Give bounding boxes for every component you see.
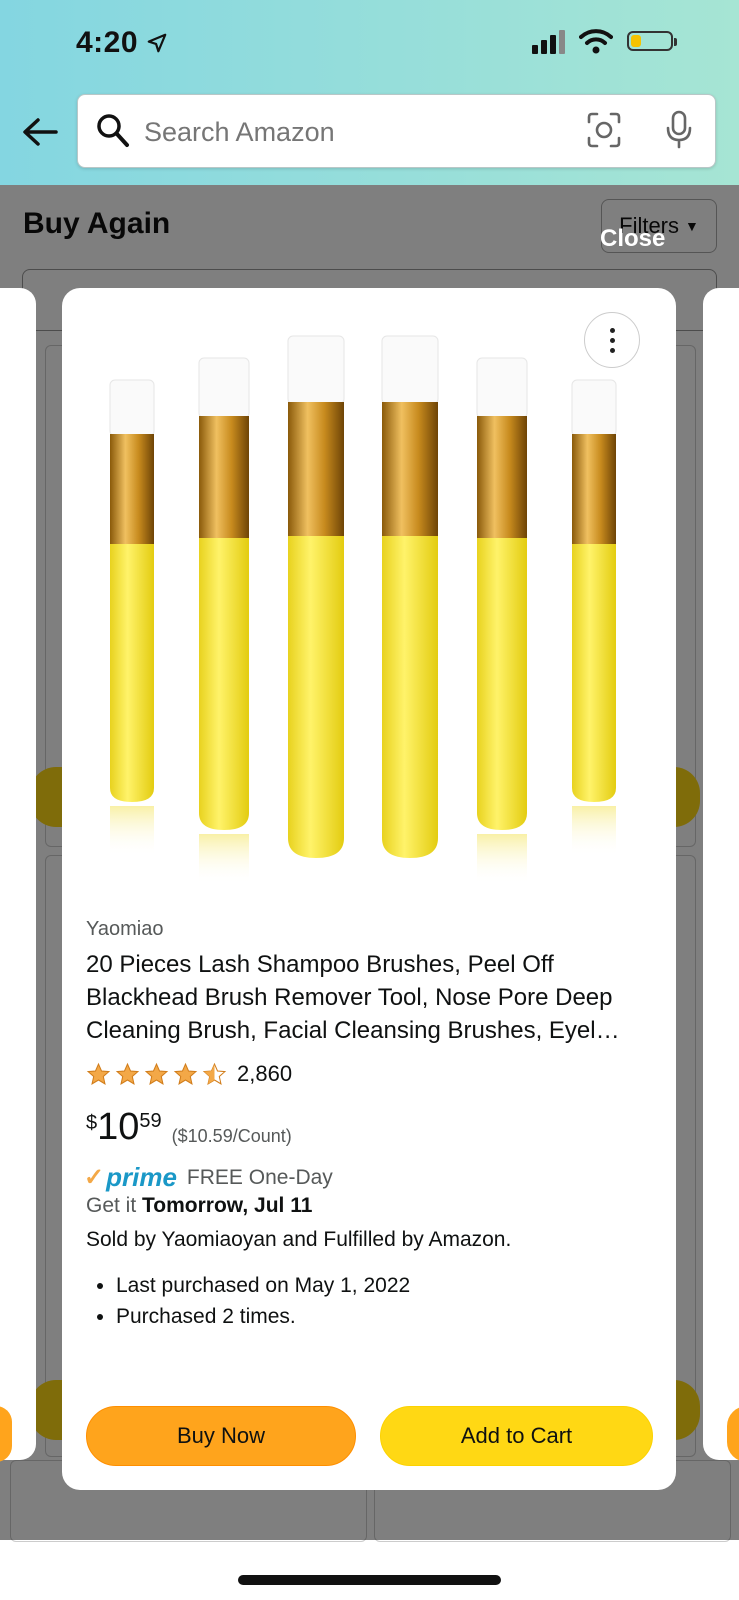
cellular-signal-icon: [532, 28, 565, 54]
price-whole: 10: [97, 1106, 140, 1148]
product-title[interactable]: 20 Pieces Lash Shampoo Brushes, Peel Off…: [86, 948, 656, 1047]
status-indicators: [532, 28, 677, 54]
next-product-card[interactable]: [703, 288, 739, 1462]
product-detail-card: Yaomiao 20 Pieces Lash Shampoo Brushes, …: [62, 288, 676, 1490]
prime-check-icon: ✓: [84, 1164, 105, 1191]
buy-now-button[interactable]: Buy Now: [86, 1406, 356, 1466]
price-fraction: 59: [139, 1110, 162, 1132]
prime-label: prime: [106, 1162, 177, 1192]
microphone-icon[interactable]: [664, 109, 694, 151]
price-symbol: $: [86, 1112, 98, 1134]
more-options-button[interactable]: [584, 312, 640, 368]
app-header: 4:20: [0, 0, 739, 185]
product-price: $ 10 59 ($10.59/Count): [86, 1106, 292, 1148]
status-time: 4:20: [76, 26, 168, 60]
delivery-date: Tomorrow, Jul 11: [142, 1194, 313, 1217]
add-to-cart-button[interactable]: Add to Cart: [380, 1406, 653, 1466]
star-icon: [173, 1062, 198, 1085]
delivery-prefix: Get it: [86, 1194, 137, 1217]
delivery-estimate: Get it Tomorrow, Jul 11: [86, 1194, 312, 1218]
shipping-text: FREE One-Day: [186, 1165, 333, 1189]
camera-lens-icon[interactable]: [586, 111, 622, 149]
last-purchased: Last purchased on May 1, 2022: [116, 1270, 410, 1301]
product-brand: Yaomiao: [86, 918, 164, 940]
star-icon: [86, 1062, 111, 1085]
more-options-icon: [609, 327, 615, 333]
back-button[interactable]: [20, 112, 60, 152]
battery-icon: [627, 31, 677, 51]
home-indicator[interactable]: [238, 1575, 501, 1585]
back-arrow-icon: [23, 118, 58, 146]
wifi-icon: [579, 29, 613, 54]
location-arrow-icon: [147, 33, 167, 53]
status-time-text: 4:20: [76, 26, 139, 59]
star-icon: [144, 1062, 169, 1085]
close-button[interactable]: Close: [600, 225, 665, 253]
purchase-history: Last purchased on May 1, 2022 Purchased …: [86, 1270, 410, 1332]
prime-shipping: ✓ prime FREE One-Day: [84, 1162, 333, 1193]
purchase-count: Purchased 2 times.: [116, 1301, 410, 1332]
previous-product-card[interactable]: [0, 288, 36, 1462]
rating-count: 2,860: [237, 1061, 293, 1086]
half-star-icon: [202, 1062, 227, 1085]
unit-price: ($10.59/Count): [171, 1126, 292, 1146]
seller-info: Sold by Yaomiaoyan and Fulfilled by Amaz…: [86, 1228, 512, 1251]
product-image: [109, 335, 617, 884]
prime-logo: ✓ prime: [84, 1162, 177, 1193]
search-bar[interactable]: [77, 94, 716, 168]
search-input[interactable]: [142, 111, 556, 153]
search-icon: [97, 114, 129, 147]
product-rating[interactable]: 2,860: [86, 1061, 292, 1087]
star-icon: [115, 1062, 140, 1085]
